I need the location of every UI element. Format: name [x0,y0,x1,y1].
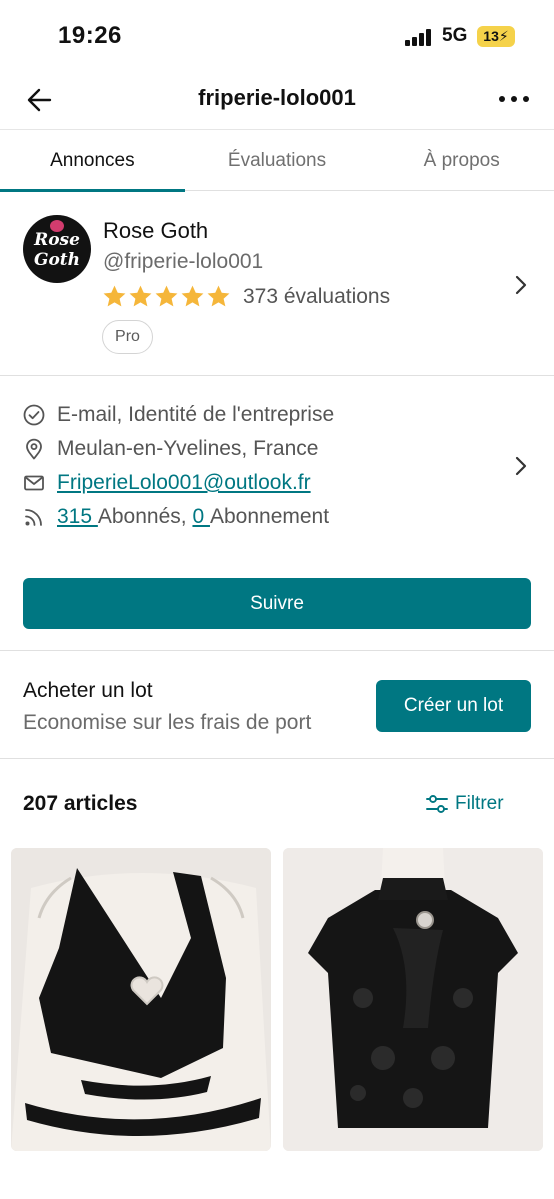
avatar-logo-line2: Goth [33,250,81,270]
star-icon [155,285,178,307]
following-count-link[interactable]: 0 [192,505,210,529]
rating[interactable]: 373 évaluations [102,284,390,309]
chevron-right-icon[interactable] [514,455,528,477]
follow-button[interactable]: Suivre [23,578,531,629]
chevron-right-icon[interactable] [514,274,528,296]
profile-tabs: Annonces Évaluations À propos [0,131,554,192]
bundle-title: Acheter un lot [23,679,153,702]
check-circle-icon [23,404,45,426]
more-options-icon[interactable] [496,84,532,114]
review-count: 373 évaluations [243,284,391,308]
email-row: FriperieLolo001@outlook.fr [23,468,311,498]
location-text: Meulan-en-Yvelines, France [57,437,319,460]
star-icon [207,285,230,307]
rating-stars [102,284,231,309]
mail-icon [24,475,44,491]
page-title: friperie-lolo001 [198,85,356,110]
articles-count: 207 articles [23,792,138,815]
location-pin-icon [26,438,42,460]
profile-info: E-mail, Identité de l'entreprise Meulan-… [0,377,554,651]
verification-text: E-mail, Identité de l'entreprise [57,403,335,426]
followers-row: 315 Abonnés, 0 Abonnement [23,502,329,532]
followers-label: Abonnés, [97,505,193,528]
bundle-section: Acheter un lot Economise sur les frais d… [0,652,554,759]
verification-row: E-mail, Identité de l'entreprise [23,400,334,430]
status-bar: 19:26 5G 13⚡ [0,0,554,70]
email-link[interactable]: FriperieLolo001@outlook.fr [57,471,311,495]
item-card[interactable] [283,848,543,1151]
tab-evaluations[interactable]: Évaluations [185,131,370,191]
tab-annonces[interactable]: Annonces [0,131,185,192]
location-row: Meulan-en-Yvelines, France [23,434,318,464]
item-card[interactable] [11,848,271,1151]
profile-handle: @friperie-lolo001 [103,250,264,273]
avatar: Rose Goth [23,215,91,283]
star-icon [129,285,152,307]
top-nav: friperie-lolo001 [0,70,554,130]
pro-badge: Pro [102,320,153,354]
star-icon [103,285,126,307]
status-time: 19:26 [58,22,122,49]
rss-icon [25,509,42,526]
items-grid [11,848,543,1151]
battery-level: 13 [483,28,499,44]
star-icon [181,285,204,307]
filter-label: Filtrer [455,793,504,814]
signal-icon [405,29,431,46]
filter-sliders-icon [426,795,448,813]
item-photo-lace-blouse [283,848,543,1151]
profile-header[interactable]: Rose Goth Rose Goth @friperie-lolo001 37… [0,192,554,376]
profile-name: Rose Goth [103,218,209,243]
item-photo-halter-top [11,848,271,1151]
avatar-logo-line1: Rose [34,230,80,250]
bundle-subtitle: Economise sur les frais de port [23,711,312,734]
filter-button[interactable]: Filtrer [425,793,504,815]
battery-icon: 13⚡ [477,26,515,47]
followers-count-link[interactable]: 315 [57,505,98,529]
network-label: 5G [442,25,468,46]
articles-header: 207 articles Filtrer [0,760,554,848]
create-bundle-button[interactable]: Créer un lot [376,680,531,732]
tab-a-propos[interactable]: À propos [369,131,554,191]
following-label: Abonnement [209,505,330,528]
